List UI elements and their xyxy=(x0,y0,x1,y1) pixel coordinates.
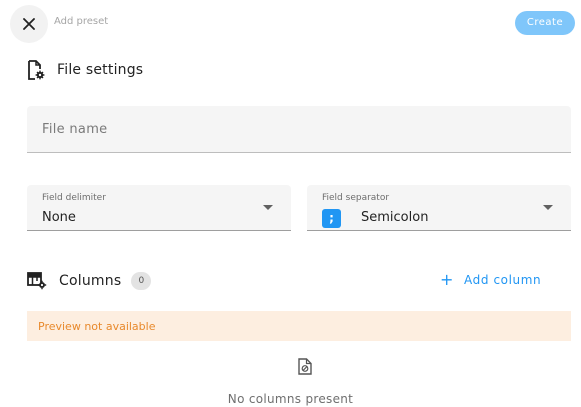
file-empty-icon xyxy=(298,358,312,375)
create-button[interactable]: Create xyxy=(515,11,575,35)
preview-notice: Preview not available xyxy=(27,311,571,341)
field-delimiter-label: Field delimiter xyxy=(42,193,106,203)
empty-state-text: No columns present xyxy=(227,392,354,406)
close-button[interactable] xyxy=(10,5,48,43)
dropdown-arrow-icon xyxy=(263,205,273,210)
table-settings-icon xyxy=(27,272,47,290)
file-settings-label: File settings xyxy=(57,62,144,78)
columns-count-badge: 0 xyxy=(131,272,152,290)
dialog-title: Add preset xyxy=(54,16,109,27)
add-column-button[interactable]: + Add column xyxy=(440,270,542,289)
semicolon-chip-icon: ; xyxy=(322,209,341,228)
field-separator-label: Field separator xyxy=(322,193,390,203)
field-separator-value: Semicolon xyxy=(361,210,429,225)
preview-notice-text: Preview not available xyxy=(38,320,156,333)
close-icon xyxy=(23,18,35,30)
file-settings-heading: File settings xyxy=(27,60,143,80)
top-bar: Add preset Create xyxy=(0,0,581,44)
file-settings-icon xyxy=(28,60,45,80)
add-column-label: Add column xyxy=(464,273,542,287)
file-name-placeholder: File name xyxy=(42,122,108,137)
field-separator-select[interactable]: Field separator ; Semicolon xyxy=(307,185,571,231)
field-delimiter-select[interactable]: Field delimiter None xyxy=(27,185,291,231)
field-delimiter-value: None xyxy=(42,210,76,225)
file-name-field[interactable]: File name xyxy=(27,106,571,153)
dropdown-arrow-icon xyxy=(543,205,553,210)
columns-heading: Columns 0 xyxy=(27,272,152,290)
columns-label: Columns xyxy=(59,273,122,289)
plus-icon: + xyxy=(440,270,455,289)
